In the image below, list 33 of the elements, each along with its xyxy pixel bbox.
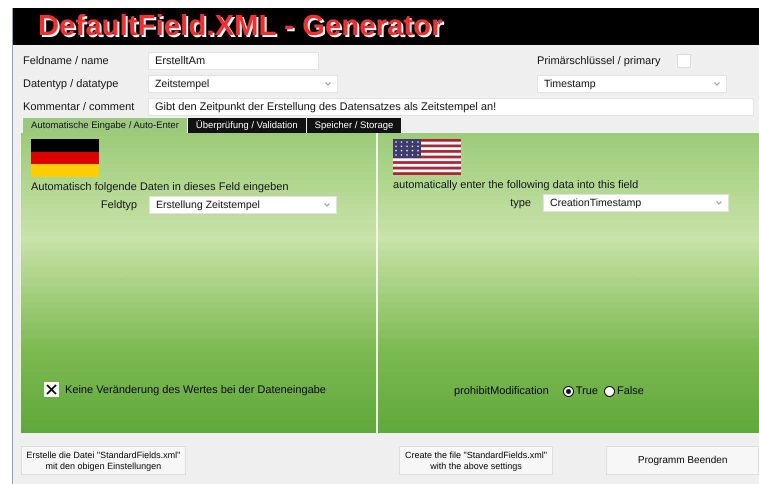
name-field[interactable]: ErstelltAm: [148, 52, 319, 70]
comment-field[interactable]: Gibt den Zeitpunkt der Erstellung des Datensatzes als Zeitstempel an!: [148, 98, 754, 116]
tab[interactable]: Automatische Eingabe / Auto-Enter: [23, 118, 187, 133]
type-dropdown[interactable]: CreationTimestamp: [543, 194, 729, 212]
tab[interactable]: Überprüfung / Validation: [188, 118, 306, 133]
radio-option[interactable]: False: [604, 385, 644, 397]
section-heading: automatically enter the following data into this field: [393, 179, 640, 191]
checkbox[interactable]: [44, 382, 59, 397]
caret-icon: [716, 201, 722, 205]
checkbox-label: Keine Veränderung des Wertes bei der Dateneingabe: [65, 384, 326, 396]
option-label: prohibitModification: [454, 385, 549, 397]
caret-icon: [325, 82, 331, 86]
field-label: Kommentar / comment: [23, 101, 136, 113]
quit-button[interactable]: Programm Beenden: [606, 446, 759, 475]
create-file-button[interactable]: Erstelle die Datei "StandardFields.xml" mit den obigen Einstellungen: [21, 446, 186, 475]
primary-checkbox[interactable]: [677, 54, 691, 68]
radio-option[interactable]: True: [562, 385, 598, 397]
us-flag-icon: [393, 139, 461, 175]
field-label: Primärschlüssel / primary: [537, 55, 662, 67]
app-title: DefaultField.XML - Generator: [38, 10, 443, 43]
german-flag-icon: [31, 139, 99, 177]
create-file-button[interactable]: Create the file "StandardFields.xml" with the above settings: [398, 446, 554, 475]
datatype-dropdown[interactable]: Timestamp: [537, 75, 727, 93]
type-dropdown[interactable]: Erstellung Zeitstempel: [149, 196, 337, 214]
field-label: Datentyp / datatype: [23, 78, 120, 90]
field-label: type: [509, 197, 532, 209]
section-heading: Automatisch folgende Daten in dieses Feld eingeben: [31, 181, 290, 193]
field-label: Feldname / name: [23, 55, 110, 67]
datatype-dropdown[interactable]: Zeitstempel: [148, 75, 338, 93]
caret-icon: [324, 203, 330, 207]
caret-icon: [714, 82, 720, 86]
tab[interactable]: Speicher / Storage: [306, 118, 402, 133]
field-label: Feldtyp: [100, 199, 138, 211]
